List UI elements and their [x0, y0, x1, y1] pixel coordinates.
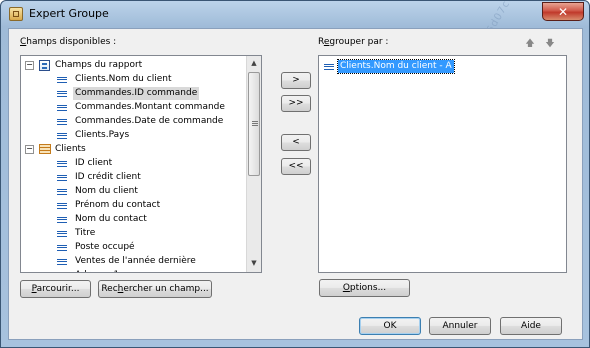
tree-item-label: Commandes.Montant commande: [75, 102, 225, 112]
remove-field-button[interactable]: <: [281, 134, 311, 151]
field-icon: [57, 105, 67, 111]
tree-item-label: ID client: [75, 158, 113, 168]
tree-node-label: Champs du rapport: [55, 60, 143, 70]
group-field-icon: [324, 64, 334, 70]
dialog-body: Champs disponibles : − Champs du rapport C…: [8, 28, 583, 340]
available-fields-tree[interactable]: − Champs du rapport Clients.Nom du client C…: [20, 55, 262, 273]
field-icon: [57, 189, 67, 195]
tree-item-label: Prénom du contact: [75, 200, 161, 210]
field-icon: [57, 231, 67, 237]
group-by-list[interactable]: Clients.Nom du client - A: [318, 55, 567, 273]
tree-vertical-scrollbar[interactable]: ▲ ▼: [246, 56, 261, 272]
field-icon: [57, 217, 67, 223]
app-icon: [9, 7, 23, 21]
report-fields-icon: [39, 60, 50, 71]
tree-item-label: ID crédit client: [75, 172, 141, 182]
find-field-button[interactable]: Rechercher un champ...: [98, 280, 212, 298]
tree-item-label: Commandes.Date de commande: [75, 116, 224, 126]
group-item-label: Clients.Nom du client - A: [337, 59, 455, 74]
field-icon: [57, 133, 67, 139]
field-icon: [57, 259, 67, 265]
window-title: Expert Groupe: [29, 7, 109, 20]
collapse-icon[interactable]: −: [25, 145, 34, 154]
tree-item-label: Ventes de l'année dernière: [75, 256, 196, 266]
field-icon: [57, 245, 67, 251]
field-icon: [57, 203, 67, 209]
tree-item-label: Nom du client: [75, 186, 138, 196]
browse-button[interactable]: Parcourir...: [20, 280, 91, 298]
available-fields-label: Champs disponibles :: [20, 37, 117, 47]
tree-item-label: Commandes.ID commande: [73, 87, 200, 100]
scroll-up-icon[interactable]: ▲: [247, 56, 261, 71]
tree-item-label: Clients.Nom du client: [75, 74, 172, 84]
field-icon: [57, 119, 67, 125]
ok-button[interactable]: OK: [359, 317, 421, 335]
table-icon: [39, 144, 51, 154]
add-field-button[interactable]: >: [281, 72, 311, 89]
options-button[interactable]: Options...: [319, 279, 410, 297]
field-icon: [57, 91, 67, 97]
arrow-up-icon[interactable]: 🡅: [525, 39, 535, 49]
cancel-button[interactable]: Annuler: [429, 317, 491, 335]
tree-item-label: Nom du contact: [75, 214, 147, 224]
group-by-label: Regrouper par :: [318, 37, 389, 47]
arrow-down-icon[interactable]: 🡇: [545, 39, 555, 49]
tree-item-label: Titre: [75, 228, 96, 238]
field-icon: [57, 77, 67, 83]
close-button[interactable]: ✕: [542, 2, 584, 21]
collapse-icon[interactable]: −: [25, 61, 34, 70]
field-icon: [57, 175, 67, 181]
help-button[interactable]: Aide: [500, 317, 562, 335]
add-all-fields-button[interactable]: >>: [281, 95, 311, 112]
tree-item-label: Poste occupé: [75, 242, 135, 252]
title-bar[interactable]: Expert Groupe ca5a3b3d36d07c0c..test ✕: [1, 1, 589, 91]
tree-node-label: Clients: [55, 144, 86, 154]
tree-item-label: Clients.Pays: [75, 130, 130, 140]
close-icon: ✕: [558, 5, 569, 19]
expert-groupe-dialog: Expert Groupe ca5a3b3d36d07c0c..test ✕ C…: [0, 0, 590, 348]
tree-item-label: Adresse 1: [73, 269, 121, 272]
scroll-down-icon[interactable]: ▼: [247, 256, 261, 271]
field-icon: [57, 161, 67, 167]
scrollbar-thumb[interactable]: [248, 72, 260, 176]
remove-all-fields-button[interactable]: <<: [281, 158, 311, 175]
